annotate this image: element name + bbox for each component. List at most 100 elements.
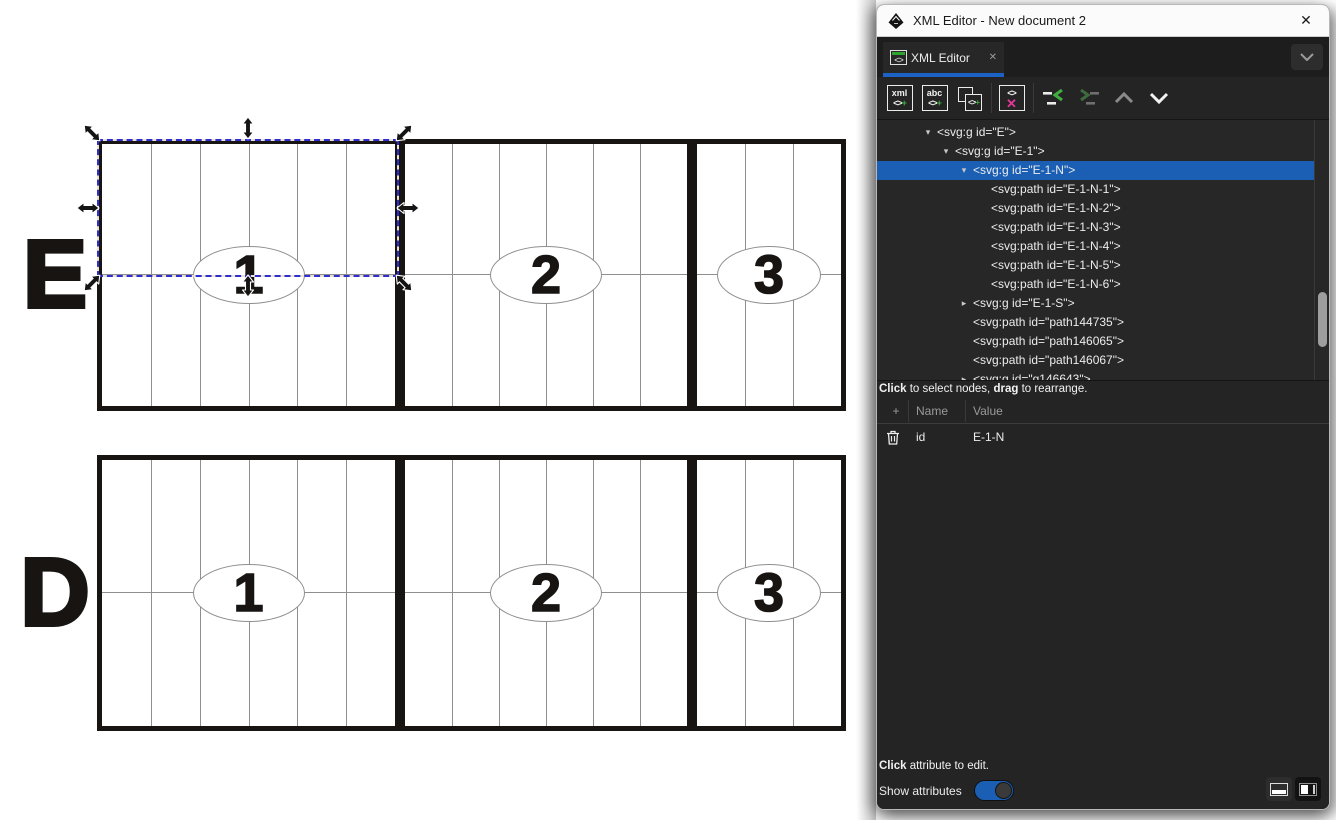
new-text-node-icon: abc <>+ [922,85,948,111]
xml-editor-tab-icon: <> [890,50,907,65]
tab-xml-editor[interactable]: <> XML Editor ✕ [883,42,1004,73]
grid-line [452,144,453,406]
attribute-row[interactable]: idE-1-N [877,424,1329,450]
svg-canvas[interactable]: E123D123 [0,0,876,820]
tab-menu-dropdown-button[interactable] [1291,44,1323,70]
section-number: 2 [531,248,561,302]
attribute-name[interactable]: id [909,430,966,444]
number-ellipse[interactable]: 2 [490,564,602,622]
tab-label: XML Editor [911,51,985,65]
grid-line [346,460,347,726]
new-element-node-button[interactable]: xml <>+ [886,85,913,112]
panel-e-3[interactable]: 3 [692,139,846,411]
grid-line [640,144,641,406]
grid-line [640,460,641,726]
tree-node-label: <svg:path id="path144735"> [973,313,1124,332]
expander-open-icon[interactable]: ▾ [955,161,973,180]
tree-node[interactable]: <svg:path id="E-1-N-1"> [877,180,1314,199]
dialog-title: XML Editor - New document 2 [913,13,1293,28]
grid-line [151,460,152,726]
panel-d-1[interactable]: 1 [97,455,400,731]
tree-node[interactable]: <svg:path id="path146065"> [877,332,1314,351]
row-label-e: E [16,220,94,330]
add-attribute-button[interactable]: + [877,400,909,422]
expander-closed-icon[interactable]: ▸ [955,370,973,381]
horizontal-split-icon [1270,783,1288,796]
scale-handle-e[interactable] [396,202,420,214]
number-ellipse[interactable]: 3 [717,564,821,622]
tree-scrollbar[interactable] [1314,120,1329,380]
tree-node[interactable]: <svg:path id="E-1-N-6"> [877,275,1314,294]
xml-tree: ▾<svg:g id="E">▾<svg:g id="E-1">▾<svg:g … [877,120,1329,381]
tree-node[interactable]: <svg:path id="E-1-N-3"> [877,218,1314,237]
indent-node-button[interactable] [1075,85,1102,112]
scale-handle-s[interactable] [242,274,254,298]
tree-node[interactable]: ▾<svg:g id="E"> [877,123,1314,142]
tree-node[interactable]: ▸<svg:g id="E-1-S"> [877,294,1314,313]
tree-node[interactable]: <svg:path id="path146067"> [877,351,1314,370]
tree-node[interactable]: ▾<svg:g id="E-1-N"> [877,161,1314,180]
tree-node-label: <svg:g id="E-1-S"> [973,294,1075,313]
attribute-edit-hint: Click attribute to edit. [879,758,1329,774]
tree-node[interactable]: <svg:path id="E-1-N-4"> [877,237,1314,256]
tree-node-label: <svg:g id="g146643"> [973,370,1091,381]
panel-d-2[interactable]: 2 [400,455,692,731]
expander-closed-icon[interactable]: ▸ [955,294,973,313]
indent-node-icon [1077,89,1101,107]
new-text-node-button[interactable]: abc <>+ [921,85,948,112]
move-node-up-button[interactable] [1110,85,1137,112]
new-element-node-icon: xml <>+ [887,85,913,111]
number-ellipse[interactable]: 2 [490,246,602,304]
number-ellipse[interactable]: 1 [193,564,305,622]
attribute-value[interactable]: E-1-N [966,430,1329,444]
tree-scrollbar-thumb[interactable] [1318,292,1327,347]
section-number: 3 [754,566,784,620]
layout-horizontal-button[interactable] [1266,777,1292,801]
tree-hint-text: Click to select nodes, drag to rearrange… [877,381,1329,398]
panel-shadow [856,0,876,820]
xml-editor-dialog: XML Editor - New document 2 ✕ <> XML Edi… [876,4,1330,810]
vertical-split-icon [1299,783,1317,796]
scale-handle-w[interactable] [76,202,100,214]
tree-node-label: <svg:path id="E-1-N-6"> [991,275,1121,294]
attribute-table-header: + Name Value [877,398,1329,424]
grid-line [452,460,453,726]
chevron-down-icon [1147,90,1171,106]
duplicate-node-button[interactable]: <>+ [956,85,983,112]
show-attributes-toggle[interactable] [974,780,1014,801]
scale-handle-n[interactable] [242,116,254,140]
tree-node-label: <svg:path id="E-1-N-2"> [991,199,1121,218]
expander-open-icon[interactable]: ▾ [937,142,955,161]
number-ellipse[interactable]: 3 [717,246,821,304]
row-label-d: D [16,538,94,648]
xml-node-tree[interactable]: ▾<svg:g id="E">▾<svg:g id="E-1">▾<svg:g … [877,119,1329,381]
tree-node[interactable]: ▾<svg:g id="E-1"> [877,142,1314,161]
move-node-down-button[interactable] [1145,85,1172,112]
inkscape-logo-icon [887,12,905,30]
tree-node-label: <svg:path id="E-1-N-3"> [991,218,1121,237]
tab-close-icon[interactable]: ✕ [989,52,997,63]
attribute-area-empty [877,450,1329,756]
close-dialog-button[interactable]: ✕ [1293,12,1319,29]
unindent-node-button[interactable] [1040,85,1067,112]
attribute-rows: idE-1-N [877,424,1329,450]
expander-open-icon[interactable]: ▾ [919,123,937,142]
tree-node[interactable]: <svg:path id="E-1-N-2"> [877,199,1314,218]
delete-node-button[interactable]: <> ✕ [998,85,1025,112]
unindent-node-icon [1042,89,1066,107]
attribute-value-header: Value [966,400,1329,422]
dialog-titlebar[interactable]: XML Editor - New document 2 ✕ [877,5,1329,37]
layout-vertical-button[interactable] [1295,777,1321,801]
tree-node-label: <svg:path id="E-1-N-1"> [991,180,1121,199]
toolbar-separator [1033,83,1034,113]
tree-node-label: <svg:path id="E-1-N-4"> [991,237,1121,256]
dialog-tabbar: <> XML Editor ✕ [877,37,1329,77]
tree-node[interactable]: <svg:path id="path144735"> [877,313,1314,332]
panel-e-2[interactable]: 2 [400,139,692,411]
tree-node[interactable]: ▸<svg:g id="g146643"> [877,370,1314,381]
toolbar-separator [991,83,992,113]
tree-node[interactable]: <svg:path id="E-1-N-5"> [877,256,1314,275]
xml-toolbar: xml <>+ abc <>+ <>+ <> ✕ [877,77,1329,119]
delete-attribute-icon[interactable] [886,430,900,445]
panel-d-3[interactable]: 3 [692,455,846,731]
